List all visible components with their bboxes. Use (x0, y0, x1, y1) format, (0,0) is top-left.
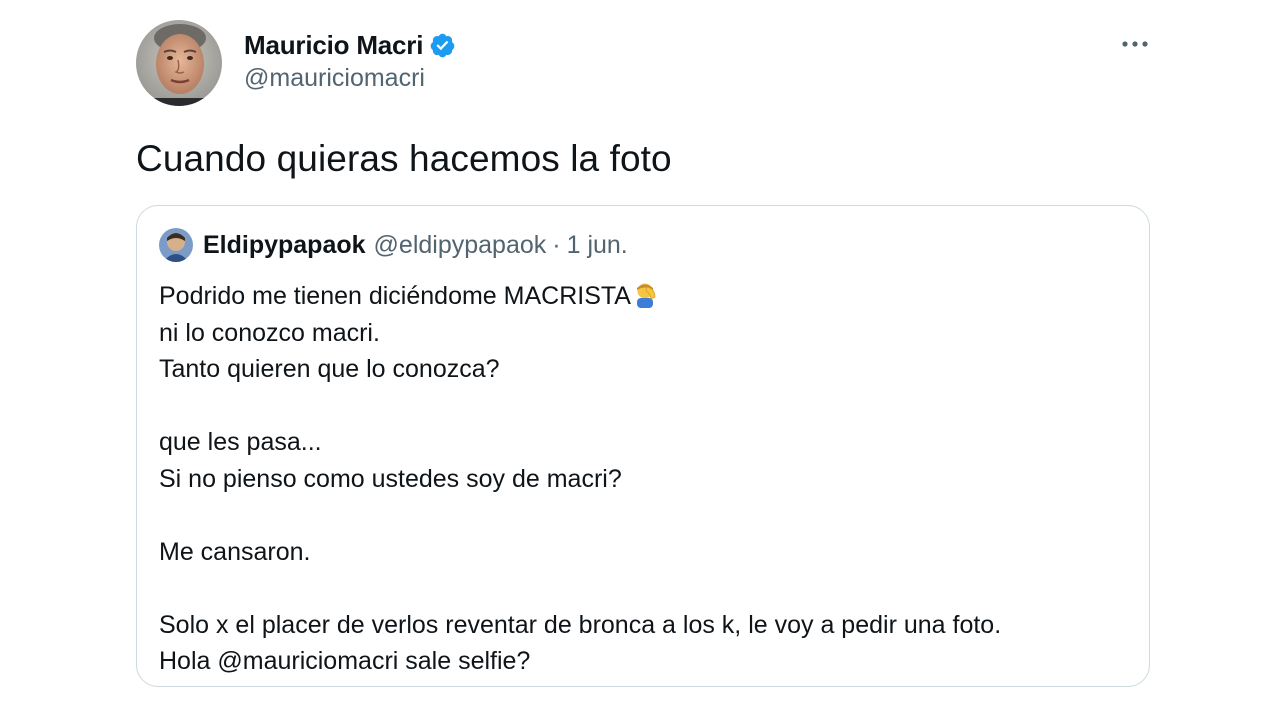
quoted-text-blank (159, 570, 1001, 607)
quoted-date[interactable]: 1 jun. (567, 231, 628, 260)
quoted-text-line: Si no pienso como ustedes soy de macri? (159, 464, 622, 493)
author-handle[interactable]: @mauriciomacri (244, 64, 456, 93)
more-horizontal-icon (1122, 41, 1148, 47)
quoted-text-line: Me cansaron. (159, 537, 311, 566)
quoted-author-handle: @eldipypapaok (373, 230, 547, 259)
verified-badge-icon (429, 32, 456, 59)
author-avatar[interactable] (136, 20, 222, 106)
tweet-page: Mauricio Macri @mauriciomacri Cuando qui… (0, 0, 1280, 720)
quoted-text-blank (159, 497, 1001, 534)
quoted-text-line: Tanto quieren que lo conozca? (159, 355, 500, 383)
quoted-text-line: Solo x el placer de verlos reventar de b… (159, 610, 1002, 639)
author-info: Mauricio Macri @mauriciomacri (244, 26, 456, 93)
quoted-separator: · (552, 230, 561, 259)
quoted-text-line: Podrido me tienen diciéndome MACRISTA (159, 278, 1001, 315)
quoted-tweet-text: Podrido me tienen diciéndome MACRISTA ni… (159, 278, 1001, 680)
man-facepalming-emoji-icon (633, 281, 660, 308)
quoted-text-line: que les pasa... (159, 428, 322, 456)
quoted-author-avatar[interactable] (159, 228, 193, 262)
quoted-tweet-header: Eldipypapaok @eldipypapaok · 1 jun. (159, 228, 628, 262)
quoted-text-blank (159, 388, 1001, 425)
author-name[interactable]: Mauricio Macri (244, 30, 423, 61)
author-name-row: Mauricio Macri (244, 26, 456, 64)
quoted-text-line: Hola @mauriciomacri sale selfie? (159, 647, 531, 675)
avatar-portrait-image (136, 20, 222, 106)
quoted-avatar-image (159, 228, 193, 262)
quoted-tweet-card[interactable]: Eldipypapaok @eldipypapaok · 1 jun. Podr… (136, 205, 1150, 687)
more-options-button[interactable] (1115, 30, 1155, 58)
tweet-text: Cuando quieras hacemos la foto (136, 138, 672, 179)
quoted-author-name: Eldipypapaok (203, 230, 366, 259)
quoted-text-line: ni lo conozco macri. (159, 318, 380, 347)
